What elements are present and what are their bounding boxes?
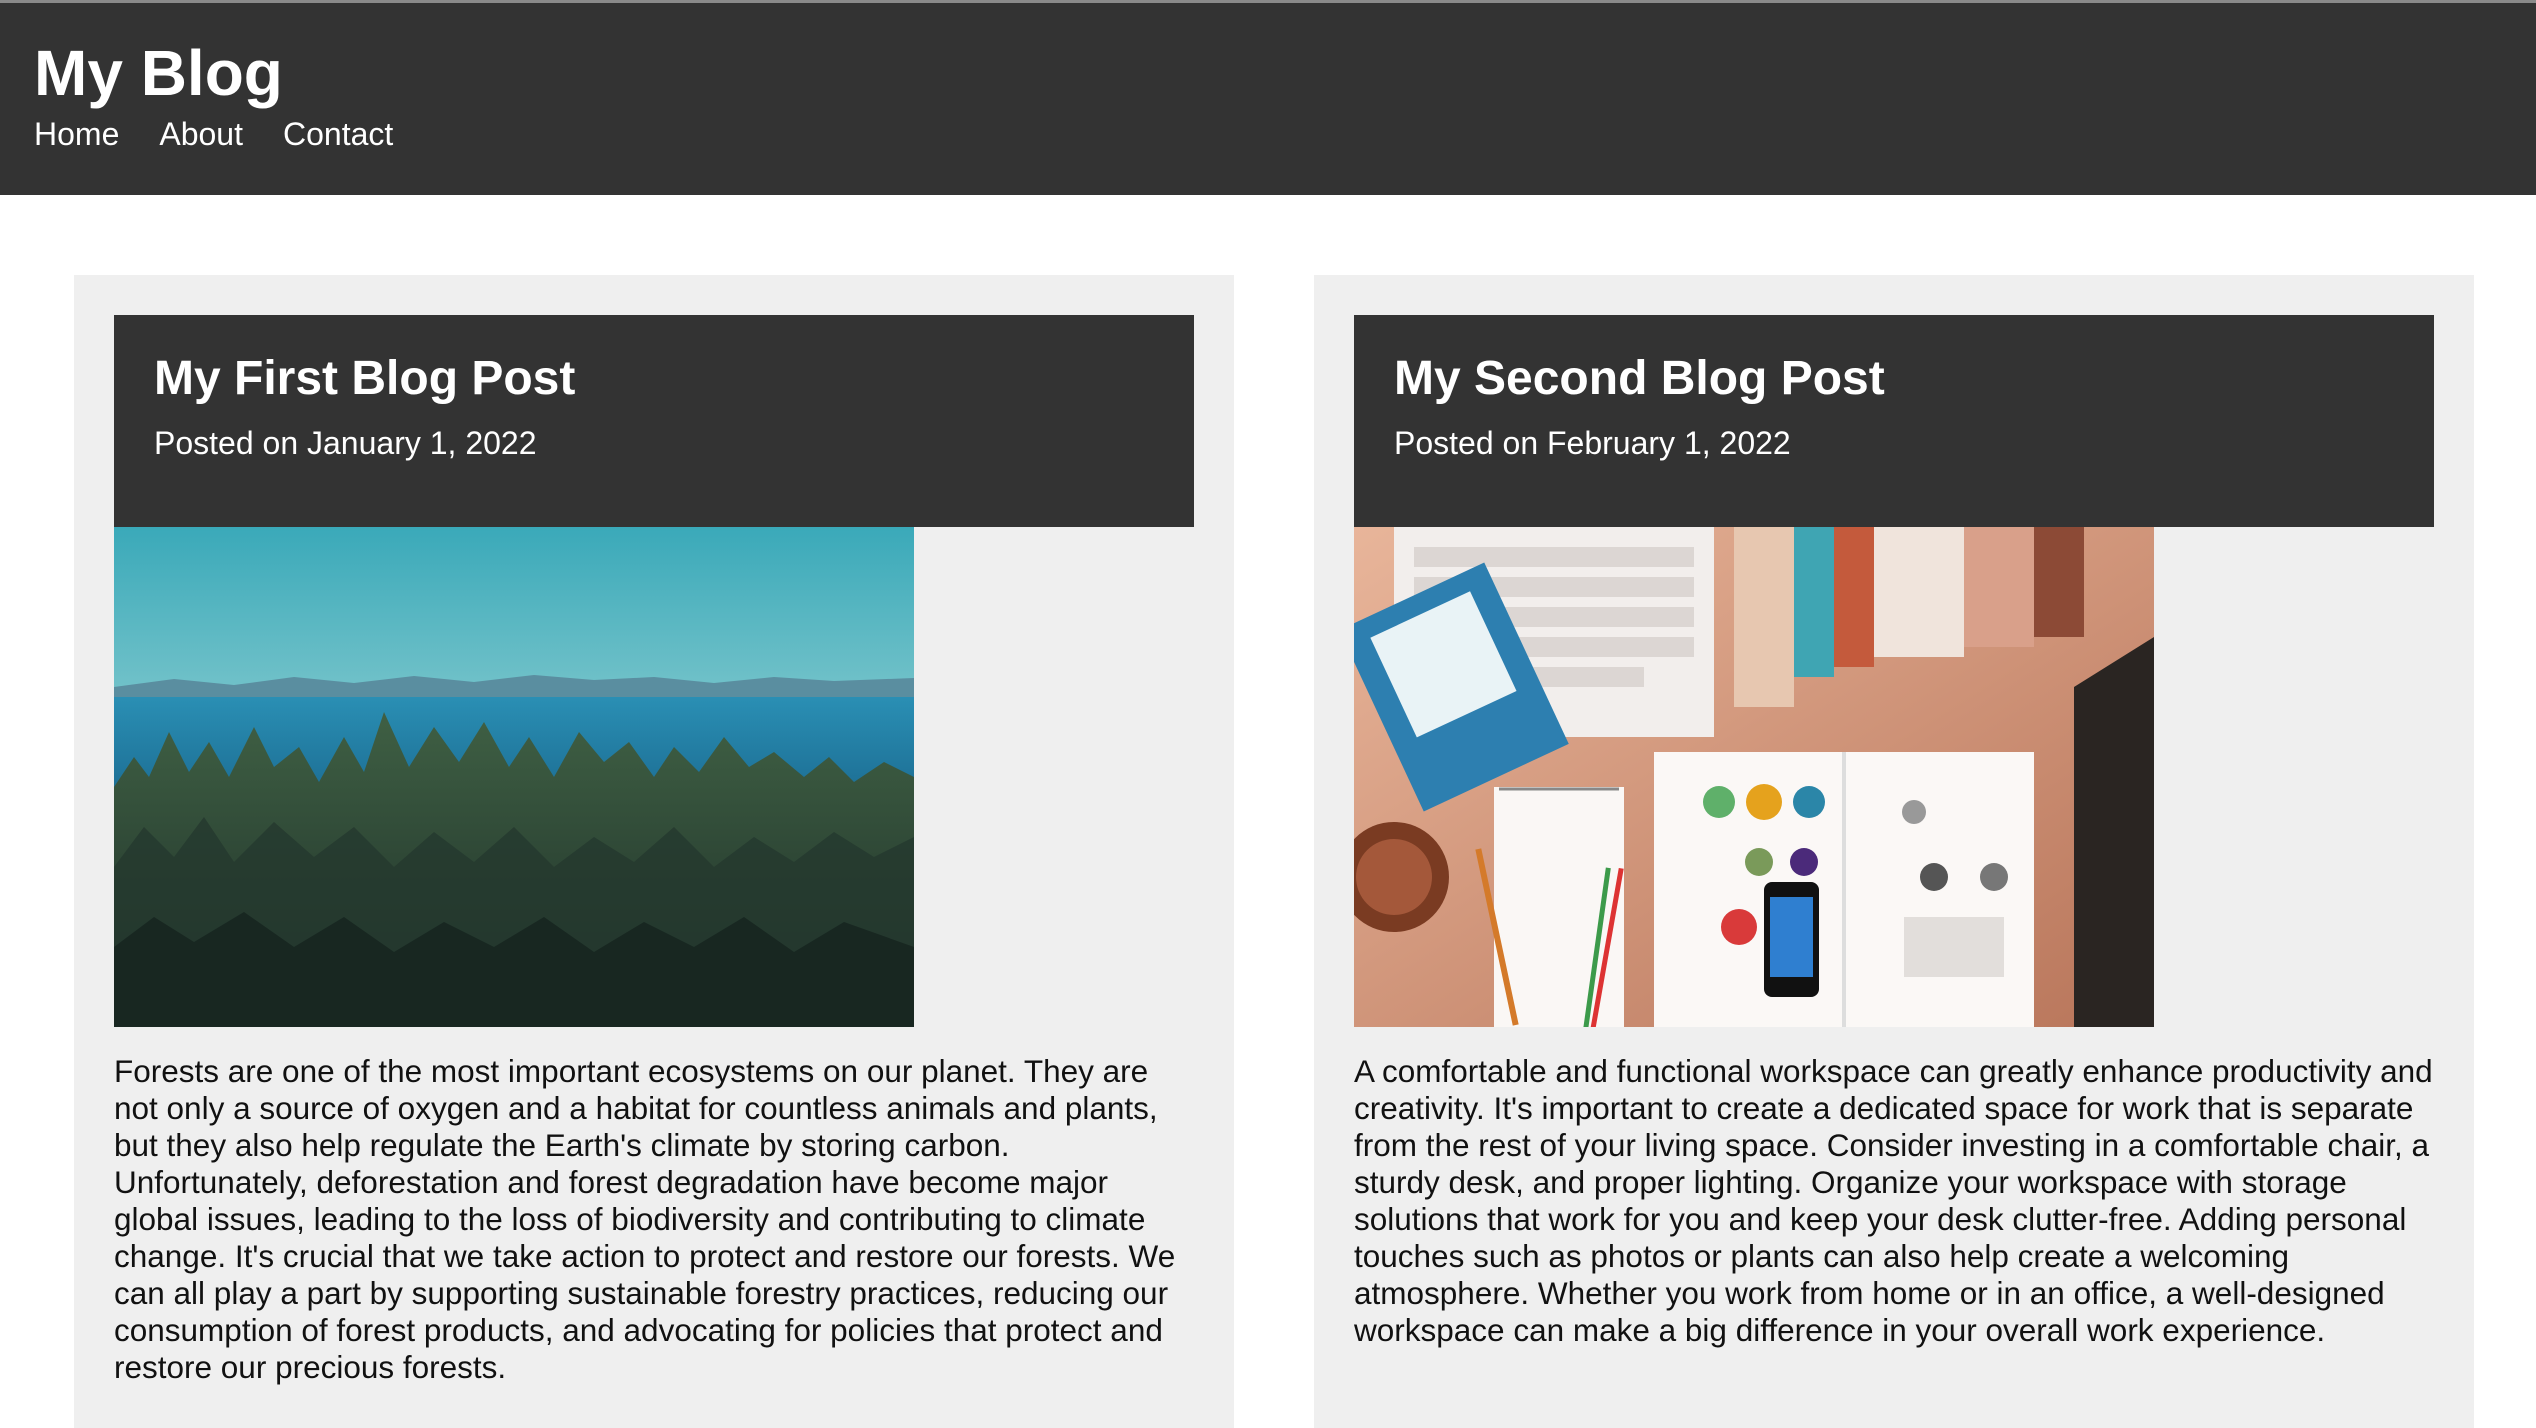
post-title[interactable]: My First Blog Post bbox=[154, 355, 1154, 403]
post-date: Posted on February 1, 2022 bbox=[1394, 425, 1791, 461]
forest-lake-photo bbox=[114, 527, 914, 1027]
blog-post-card: My Second Blog Post Posted on February 1… bbox=[1314, 275, 2474, 1428]
post-date: Posted on January 1, 2022 bbox=[154, 425, 537, 461]
nav-link-about[interactable]: About bbox=[159, 118, 243, 150]
site-header: My Blog Home About Contact bbox=[0, 3, 2536, 195]
main-nav: Home About Contact bbox=[34, 118, 433, 150]
post-header: My First Blog Post Posted on January 1, … bbox=[114, 315, 1194, 527]
post-title[interactable]: My Second Blog Post bbox=[1394, 355, 2394, 403]
post-body: A comfortable and functional workspace c… bbox=[1354, 1053, 2433, 1348]
nav-link-home[interactable]: Home bbox=[34, 118, 119, 150]
post-body: Forests are one of the most important ec… bbox=[114, 1053, 1176, 1385]
site-title: My Blog bbox=[34, 37, 283, 109]
nav-link-contact[interactable]: Contact bbox=[283, 118, 393, 150]
blog-post-card: My First Blog Post Posted on January 1, … bbox=[74, 275, 1234, 1428]
post-header: My Second Blog Post Posted on February 1… bbox=[1354, 315, 2434, 527]
desk-workspace-photo bbox=[1354, 527, 2154, 1027]
